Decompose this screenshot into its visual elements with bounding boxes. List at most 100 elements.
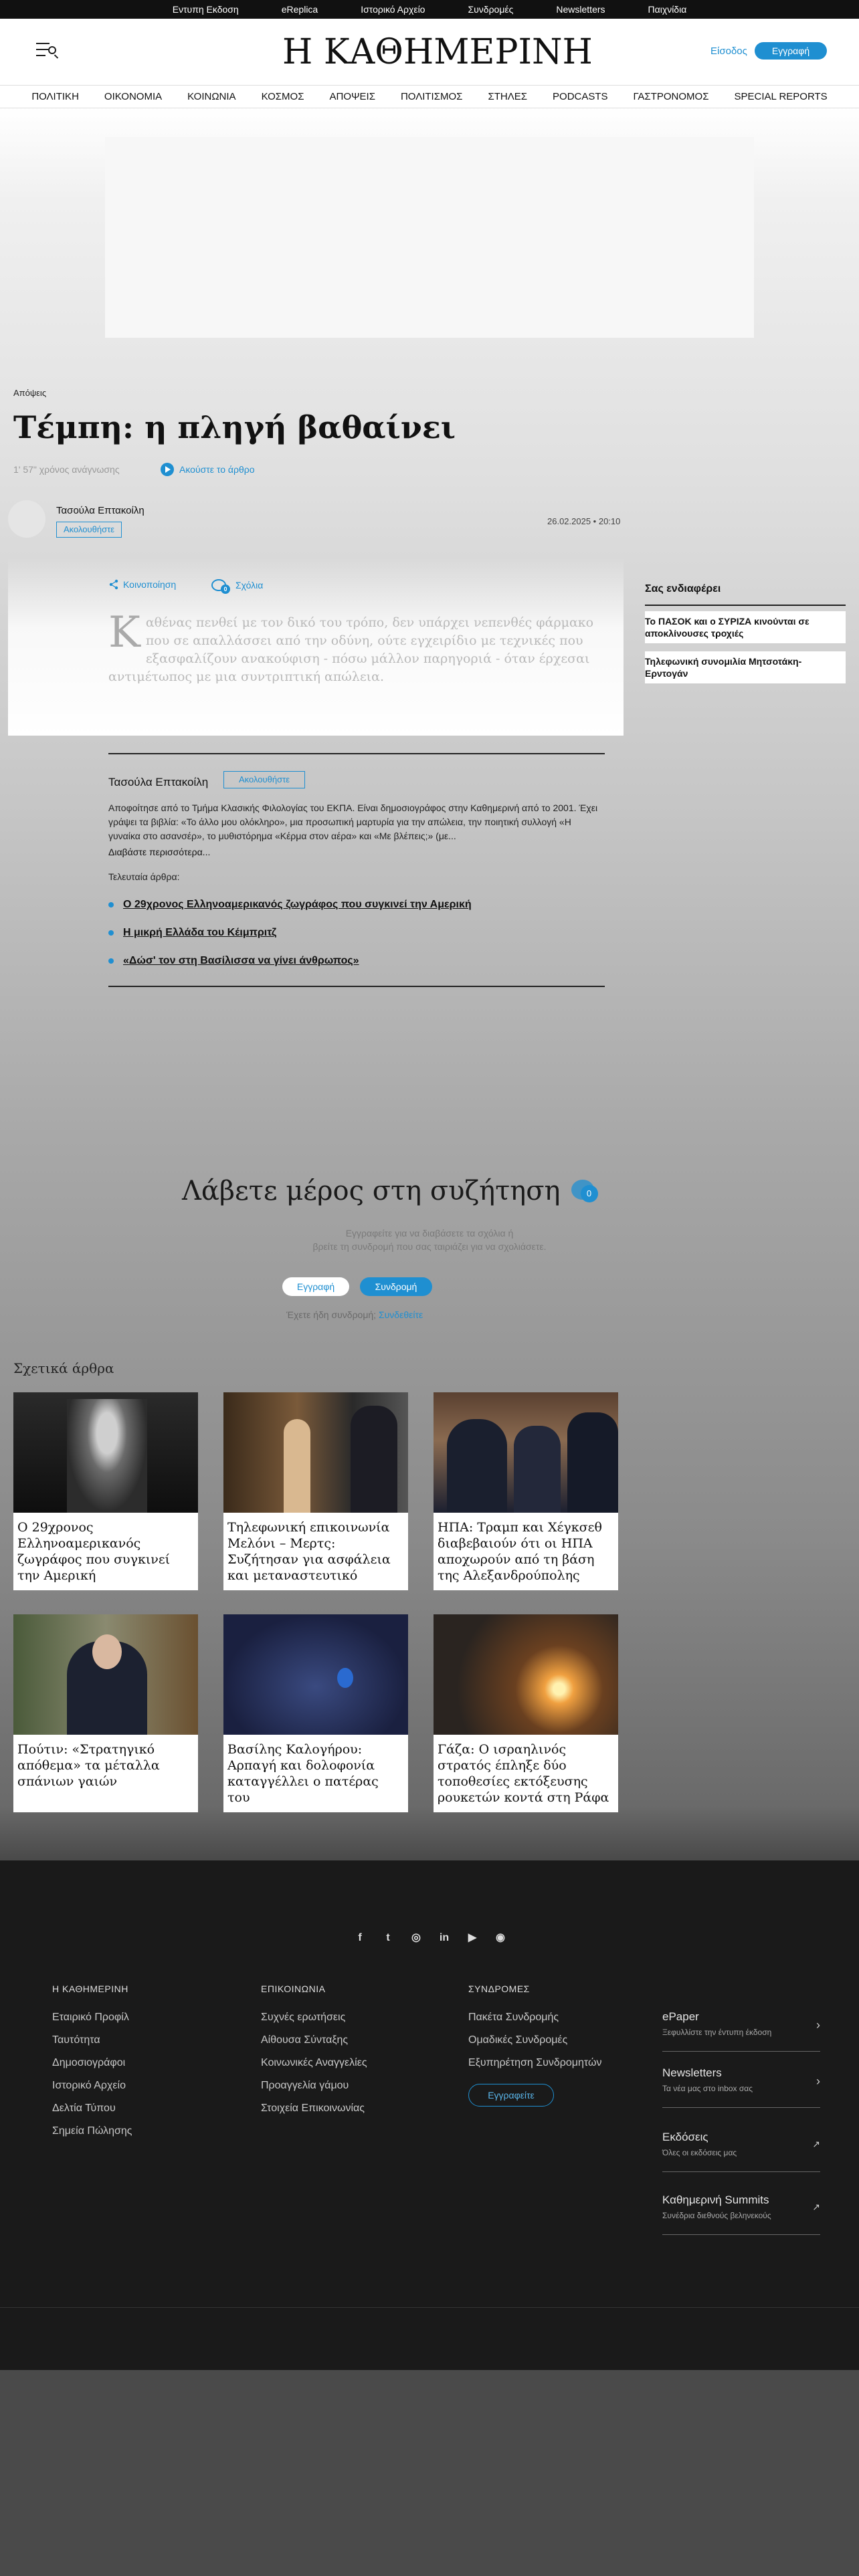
discussion-hint-1: Εγγραφείτε για να διαβάσετε τα σχόλια ή bbox=[345, 1228, 514, 1239]
author-name[interactable]: Τασούλα Επτακοίλη bbox=[56, 505, 145, 516]
author-box-top-divider bbox=[108, 753, 605, 754]
topbar-ereplica[interactable]: eReplica bbox=[260, 0, 339, 19]
author-box-bottom-divider bbox=[108, 986, 605, 987]
footer-newsletters-link[interactable]: Newsletters Τα νέα μας στο inbox σας › bbox=[662, 2066, 820, 2108]
footer-link[interactable]: Σημεία Πώλησης bbox=[52, 2125, 132, 2137]
topbar-newsletters[interactable]: Newsletters bbox=[535, 0, 626, 19]
nav-item-society[interactable]: ΚΟΙΝΩΝΙΑ bbox=[175, 86, 248, 108]
footer-col-contact-title: ΕΠΙΚΟΙΝΩΝΙΑ bbox=[261, 1983, 326, 1994]
latest-article-link[interactable]: «Δώσ' τον στη Βασίλισσα να γίνει άνθρωπο… bbox=[108, 955, 359, 967]
comments-link[interactable]: 0 Σχόλια bbox=[211, 579, 264, 594]
comments-label: Σχόλια bbox=[235, 580, 264, 591]
footer-divider bbox=[0, 2307, 859, 2308]
topbar-games[interactable]: Παιχνίδια bbox=[627, 0, 708, 19]
footer-link[interactable]: Εξυπηρέτηση Συνδρομητών bbox=[468, 2057, 601, 2069]
footer-link[interactable]: Πακέτα Συνδρομής bbox=[468, 2012, 559, 2024]
related-card-title: Γάζα: Ο ισραηλινός στρατός έπληξε δύο το… bbox=[438, 1742, 609, 1805]
read-more-link[interactable]: Διαβάστε περισσότερα... bbox=[108, 847, 210, 857]
menu-search-icon[interactable] bbox=[36, 43, 59, 60]
topbar-archive[interactable]: Ιστορικό Αρχείο bbox=[339, 0, 446, 19]
site-logo[interactable]: Η ΚΑΘΗΜΕΡΙΝΗ bbox=[274, 31, 593, 74]
linkedin-icon[interactable]: in bbox=[436, 1930, 452, 1946]
nav-item-culture[interactable]: ΠΟΛΙΤΙΣΜΟΣ bbox=[388, 86, 475, 108]
register-button[interactable]: Εγγραφή bbox=[755, 42, 827, 60]
instagram-icon[interactable]: ◎ bbox=[408, 1930, 424, 1946]
listen-article-button[interactable]: Ακούστε το άρθρο bbox=[161, 463, 255, 476]
related-card[interactable]: Γάζα: Ο ισραηλινός στρατός έπληξε δύο το… bbox=[434, 1614, 618, 1812]
discussion-register-button[interactable]: Εγγραφή bbox=[282, 1277, 349, 1296]
nav-item-politics[interactable]: ΠΟΛΙΤΙΚΗ bbox=[19, 86, 92, 108]
article-section[interactable]: Απόψεις bbox=[13, 388, 46, 398]
topbar-subscriptions[interactable]: Συνδρομές bbox=[446, 0, 535, 19]
footer-link[interactable]: Εταιρικό Προφίλ bbox=[52, 2012, 129, 2024]
related-card[interactable]: Πούτιν: «Στρατηγικό απόθεμα» τα μέταλλα … bbox=[13, 1614, 198, 1812]
share-icon bbox=[109, 579, 118, 590]
footer-link[interactable]: Προαγγελία γάμου bbox=[261, 2080, 349, 2092]
footer-link[interactable]: Ομαδικές Συνδρομές bbox=[468, 2034, 567, 2046]
comment-count: 0 bbox=[221, 584, 230, 594]
discussion-heading: Λάβετε μέρος στη συζήτηση 0 bbox=[182, 1176, 598, 1206]
author-avatar bbox=[8, 500, 45, 538]
logo-text: Η ΚΑΘΗΜΕΡΙΝΗ bbox=[282, 32, 593, 72]
ad-banner bbox=[105, 137, 754, 338]
sidebar-item[interactable]: Τηλεφωνική συνομιλία Μητσοτάκη- Ερντογάν bbox=[645, 651, 846, 684]
discussion-login-link[interactable]: Συνδεθείτε bbox=[379, 1309, 423, 1320]
footer-link[interactable]: Δελτία Τύπου bbox=[52, 2103, 116, 2115]
external-link-icon: ↗ bbox=[812, 2139, 820, 2149]
related-card[interactable]: Ο 29χρονος Ελληνοαμερικανός ζωγράφος που… bbox=[13, 1392, 198, 1590]
footer-link[interactable]: Στοιχεία Επικοινωνίας bbox=[261, 2103, 365, 2115]
twitter-icon[interactable]: t bbox=[380, 1930, 396, 1946]
related-card[interactable]: Βασίλης Καλογήρου: Αρπαγή και δολοφονία … bbox=[223, 1614, 408, 1812]
footer-side-subtitle: Ξεφυλλίστε την έντυπη έκδοση bbox=[662, 2028, 772, 2037]
share-button[interactable]: Κοινοποίηση bbox=[108, 579, 176, 590]
facebook-icon[interactable]: f bbox=[352, 1930, 368, 1946]
footer-epaper-link[interactable]: ePaper Ξεφυλλίστε την έντυπη έκδοση › bbox=[662, 2010, 820, 2052]
latest-article-link[interactable]: Ο 29χρονος Ελληνοαμερικανός ζωγράφος που… bbox=[108, 899, 472, 911]
listen-label: Ακούστε το άρθρο bbox=[179, 464, 255, 475]
article-date: 26.02.2025 • 20:10 bbox=[547, 516, 621, 526]
podcast-icon[interactable]: ◉ bbox=[492, 1930, 508, 1946]
login-link[interactable]: Είσοδος bbox=[710, 45, 747, 57]
nav-item-opinions[interactable]: ΑΠΟΨΕΙΣ bbox=[316, 86, 387, 108]
nav-item-special-reports[interactable]: SPECIAL REPORTS bbox=[721, 86, 840, 108]
footer-link[interactable]: Κοινωνικές Αναγγελίες bbox=[261, 2057, 367, 2069]
site-header: Η ΚΑΘΗΜΕΡΙΝΗ Είσοδος Εγγραφή bbox=[0, 19, 859, 86]
nav-item-podcasts[interactable]: PODCASTS bbox=[540, 86, 621, 108]
nav-item-columns[interactable]: ΣΤΗΛΕΣ bbox=[475, 86, 540, 108]
related-card-title: ΗΠΑ: Τραμπ και Χέγκσεθ διαβεβαιούν ότι ο… bbox=[438, 1520, 602, 1583]
youtube-icon[interactable]: ▶ bbox=[464, 1930, 480, 1946]
author-box-name[interactable]: Τασούλα Επτακοίλη bbox=[108, 776, 208, 789]
discussion-subscribe-button[interactable]: Συνδρομή bbox=[360, 1277, 432, 1296]
drop-cap: Κ bbox=[108, 608, 140, 657]
author-box-follow-button[interactable]: Ακολουθήστε bbox=[223, 771, 305, 788]
footer-link[interactable]: Συχνές ερωτήσεις bbox=[261, 2012, 345, 2024]
latest-article-link[interactable]: Η μικρή Ελλάδα του Κέιμπριτζ bbox=[108, 927, 276, 939]
footer-side-title: ePaper bbox=[662, 2010, 699, 2023]
footer-editions-link[interactable]: Εκδόσεις Όλες οι εκδόσεις μας ↗ bbox=[662, 2131, 820, 2172]
footer-link[interactable]: Αίθουσα Σύνταξης bbox=[261, 2034, 348, 2046]
main-nav: ΠΟΛΙΤΙΚΗ ΟΙΚΟΝΟΜΙΑ ΚΟΙΝΩΝΙΑ ΚΟΣΜΟΣ ΑΠΟΨΕ… bbox=[0, 86, 859, 108]
nav-item-economy[interactable]: ΟΙΚΟΝΟΜΙΑ bbox=[92, 86, 175, 108]
sidebar-title: Σας ενδιαφέρει bbox=[645, 583, 721, 595]
related-card-image bbox=[13, 1614, 198, 1735]
nav-item-world[interactable]: ΚΟΣΜΟΣ bbox=[249, 86, 317, 108]
footer-subscribe-button[interactable]: Εγγραφείτε bbox=[468, 2084, 554, 2107]
comments-bubble-icon: 0 bbox=[571, 1180, 598, 1202]
footer-summits-link[interactable]: Καθημερινή Summits Συνέδρια διεθνούς βελ… bbox=[662, 2193, 820, 2235]
have-subscription-text: Έχετε ήδη συνδρομή; bbox=[286, 1309, 377, 1320]
top-utility-bar: Εντυπη Εκδοση eReplica Ιστορικό Αρχείο Σ… bbox=[0, 0, 859, 19]
footer-link[interactable]: Ταυτότητα bbox=[52, 2034, 100, 2046]
share-label: Κοινοποίηση bbox=[123, 579, 177, 590]
sidebar-divider bbox=[645, 605, 846, 606]
related-card-image bbox=[13, 1392, 198, 1513]
topbar-print-edition[interactable]: Εντυπη Εκδοση bbox=[151, 0, 260, 19]
discussion-title: Λάβετε μέρος στη συζήτηση bbox=[182, 1176, 561, 1206]
related-card[interactable]: ΗΠΑ: Τραμπ και Χέγκσεθ διαβεβαιούν ότι ο… bbox=[434, 1392, 618, 1590]
footer-link[interactable]: Ιστορικό Αρχείο bbox=[52, 2080, 126, 2092]
nav-item-gastronomy[interactable]: ΓΑΣΤΡΟΝΟΜΟΣ bbox=[621, 86, 722, 108]
footer-link[interactable]: Δημοσιογράφοι bbox=[52, 2057, 125, 2069]
follow-author-button[interactable]: Ακολουθήστε bbox=[56, 522, 122, 538]
sidebar-item[interactable]: Το ΠΑΣΟΚ και ο ΣΥΡΙΖΑ κινούνται σε αποκλ… bbox=[645, 611, 846, 644]
related-card[interactable]: Τηλεφωνική επικοινωνία Μελόνι – Μερτς: Σ… bbox=[223, 1392, 408, 1590]
article-title: Τέμπη: η πληγή βαθαίνει bbox=[13, 409, 456, 445]
